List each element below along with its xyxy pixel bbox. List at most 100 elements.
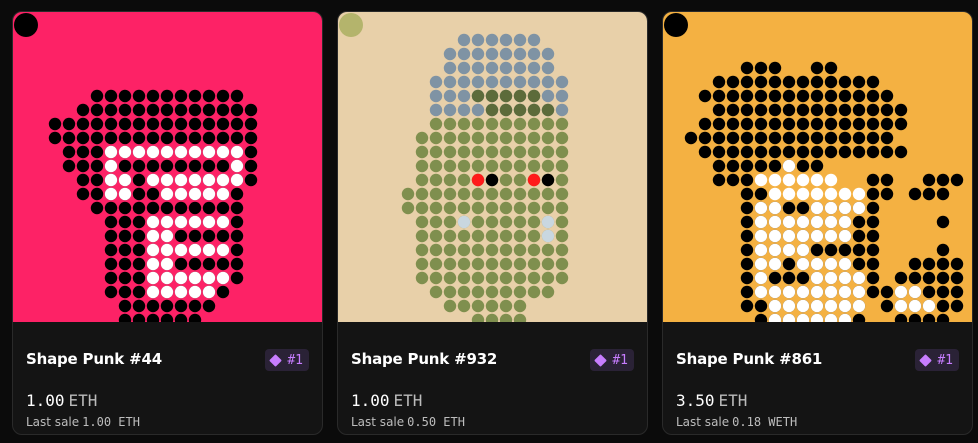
punk-dot-art: [401, 33, 569, 322]
nft-title[interactable]: Shape Punk #44: [26, 350, 162, 368]
nft-artwork[interactable]: [338, 12, 647, 322]
pixel-dot: [555, 103, 569, 117]
pixel-dot: [782, 271, 796, 285]
pixel-dot: [429, 117, 443, 131]
pixel-dot: [499, 159, 513, 173]
pixel-dot: [104, 131, 118, 145]
nft-title[interactable]: Shape Punk #932: [351, 350, 497, 368]
nft-artwork[interactable]: [13, 12, 322, 322]
pixel-dot: [513, 173, 527, 187]
pixel-dot: [866, 215, 880, 229]
pixel-dot: [726, 145, 740, 159]
pixel-dot: [499, 285, 513, 299]
pixel-dot: [485, 313, 499, 322]
pixel-dot: [936, 313, 950, 322]
pixel-dot: [712, 131, 726, 145]
pixel-dot: [852, 299, 866, 313]
pixel-dot: [782, 257, 796, 271]
pixel-dot: [754, 257, 768, 271]
pixel-dot: [908, 271, 922, 285]
pixel-dot: [740, 173, 754, 187]
pixel-dot: [230, 201, 244, 215]
nft-title[interactable]: Shape Punk #861: [676, 350, 822, 368]
nft-card-shape-punk-861[interactable]: Shape Punk #861 #1 3.50 ETH Last sale 0.18…: [662, 11, 973, 435]
pixel-dot: [527, 257, 541, 271]
pixel-dot: [76, 173, 90, 187]
pixel-dot: [768, 187, 782, 201]
pixel-dot: [485, 271, 499, 285]
pixel-dot: [782, 285, 796, 299]
pixel-dot: [230, 131, 244, 145]
pixel-dot: [712, 173, 726, 187]
pixel-dot: [174, 201, 188, 215]
pixel-dot: [555, 187, 569, 201]
pixel-dot: [443, 285, 457, 299]
pixel-dot: [541, 75, 555, 89]
pixel-dot: [429, 131, 443, 145]
pixel-dot: [443, 89, 457, 103]
pixel-dot: [443, 145, 457, 159]
pixel-dot: [202, 187, 216, 201]
pixel-dot: [754, 75, 768, 89]
pixel-dot: [216, 215, 230, 229]
pixel-dot: [146, 159, 160, 173]
pixel-dot: [216, 103, 230, 117]
nft-card-shape-punk-932[interactable]: Shape Punk #932 #1 1.00 ETH Last sale 0.50…: [337, 11, 648, 435]
pixel-dot: [471, 47, 485, 61]
pixel-dot: [824, 173, 838, 187]
pixel-dot: [160, 103, 174, 117]
pixel-dot: [782, 243, 796, 257]
pixel-dot: [754, 201, 768, 215]
pixel-dot: [415, 145, 429, 159]
pixel-dot: [118, 131, 132, 145]
pixel-dot: [146, 215, 160, 229]
pixel-dot: [782, 173, 796, 187]
pixel-dot: [146, 187, 160, 201]
pixel-dot: [740, 159, 754, 173]
pixel-dot: [160, 229, 174, 243]
pixel-dot: [936, 299, 950, 313]
pixel-dot: [174, 173, 188, 187]
pixel-dot: [754, 103, 768, 117]
nft-artwork[interactable]: [663, 12, 972, 322]
pixel-dot: [443, 61, 457, 75]
pixel-dot: [415, 201, 429, 215]
pixel-dot: [202, 159, 216, 173]
pixel-dot: [485, 75, 499, 89]
pixel-dot: [230, 243, 244, 257]
pixel-dot: [824, 215, 838, 229]
pixel-dot: [754, 117, 768, 131]
pixel-dot: [244, 131, 258, 145]
nft-card-shape-punk-44[interactable]: Shape Punk #44 #1 1.00 ETH Last sale 1.00 …: [12, 11, 323, 435]
pixel-dot: [782, 89, 796, 103]
price: 1.00 ETH: [351, 391, 422, 410]
pixel-dot: [429, 75, 443, 89]
pixel-dot: [894, 299, 908, 313]
pixel-dot: [90, 103, 104, 117]
pixel-dot: [908, 257, 922, 271]
pixel-dot: [810, 187, 824, 201]
pixel-dot: [118, 201, 132, 215]
pixel-dot: [740, 103, 754, 117]
price-unit: ETH: [68, 391, 98, 410]
price-unit: ETH: [393, 391, 423, 410]
pixel-dot: [457, 117, 471, 131]
pixel-dot: [429, 271, 443, 285]
rank-badge: #1: [915, 349, 959, 371]
rank-badge: #1: [590, 349, 634, 371]
pixel-dot: [118, 243, 132, 257]
pixel-dot: [471, 243, 485, 257]
price-value: 3.50: [676, 391, 715, 410]
price: 3.50 ETH: [676, 391, 747, 410]
pixel-dot: [160, 145, 174, 159]
pixel-dot: [698, 89, 712, 103]
pixel-dot: [894, 313, 908, 322]
pixel-dot: [754, 145, 768, 159]
pixel-dot: [499, 313, 513, 322]
last-sale-value: 0.50 ETH: [407, 415, 465, 429]
pixel-dot: [555, 89, 569, 103]
pixel-dot: [118, 117, 132, 131]
pixel-dot: [485, 285, 499, 299]
pixel-dot: [527, 173, 541, 187]
pixel-dot: [174, 299, 188, 313]
